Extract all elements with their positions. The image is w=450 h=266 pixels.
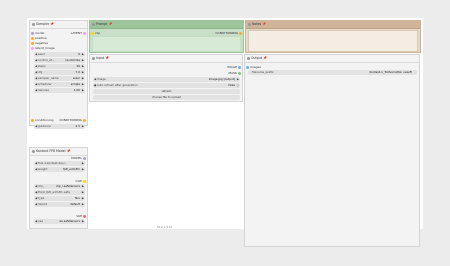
refresh-button[interactable]: refresh: [93, 89, 240, 94]
sampler-node[interactable]: Sampler📌 model LATENT positive negative …: [29, 20, 88, 129]
pin-icon: 📌: [105, 56, 110, 60]
negative-input-port[interactable]: [31, 42, 34, 45]
scheduler-widget[interactable]: ◀ scheduler simple ▶: [34, 82, 85, 87]
collapse-dot-icon[interactable]: [32, 150, 35, 153]
positive-input-port[interactable]: [31, 37, 34, 40]
pin-icon: 📌: [263, 56, 268, 60]
auto-refresh-toggle[interactable]: ● auto refresh after generation false ○: [93, 83, 240, 88]
pin-icon: 📌: [262, 22, 267, 26]
prompt-node[interactable]: Prompt📌 clip CONDITIONING: [89, 20, 244, 53]
input-header[interactable]: Input📌: [90, 55, 242, 63]
notes-node[interactable]: Notes📌: [245, 20, 421, 53]
seed-widget[interactable]: ◀ seed 0 ▶: [34, 52, 85, 57]
latent-image-input-label: latent_image: [35, 46, 55, 50]
conditioning-input-label: conditioning: [35, 118, 54, 122]
clip-device-widget[interactable]: ◀ device default ▶: [34, 202, 85, 207]
clip-output-port[interactable]: [83, 180, 86, 183]
guidance-widget[interactable]: ◀ guidance 2.5 ▶: [34, 124, 85, 129]
collapse-dot-icon[interactable]: [92, 57, 95, 60]
conditioning-output-label: CONDITIONING: [59, 118, 82, 122]
denoise-widget[interactable]: ◀ denoise 1.00 ▶: [34, 88, 85, 93]
kontext-model-node[interactable]: Kontext FP8 Model📌 MODEL ◀ flux-1-kontext…: [29, 147, 88, 229]
clip-input-port[interactable]: [91, 32, 94, 35]
mask-output-port[interactable]: [238, 72, 241, 75]
model-output-port[interactable]: [83, 157, 86, 160]
image-output-port[interactable]: [238, 66, 241, 69]
latent-output-label: LATENT: [70, 31, 82, 35]
clip-type-widget[interactable]: ◀ type flux ▶: [34, 196, 85, 201]
collapse-dot-icon[interactable]: [92, 23, 95, 26]
workflow-canvas[interactable]: Sampler📌 model LATENT positive negative …: [27, 18, 423, 247]
collapse-dot-icon[interactable]: [32, 23, 35, 26]
model-output-label: MODEL: [71, 156, 82, 160]
clip-name2-widget[interactable]: ◀ t5xxl_fp8_e4m3fn.safe ▶: [34, 190, 85, 195]
sampler-name-widget[interactable]: ◀ sampler_name euler ▶: [34, 76, 85, 81]
kontext-title: Kontext FP8 Model: [36, 149, 66, 153]
image-select-widget[interactable]: ◀ image image.jpg [output] ▶: [93, 77, 240, 82]
collapse-dot-icon[interactable]: [248, 23, 251, 26]
positive-input-label: positive: [35, 36, 47, 40]
mask-output-label: MASK: [228, 71, 237, 75]
image-output-label: IMAGE: [227, 65, 237, 69]
latent-image-input-port[interactable]: [31, 47, 34, 50]
clip-name1-widget[interactable]: ◀ clip_ clip_l.safetensors ▶: [34, 184, 85, 189]
prompt-text-area[interactable]: [92, 36, 241, 52]
filename-prefix-widget[interactable]: filename_prefix Kontext-1_ToilSomethin ne…: [248, 70, 417, 75]
vae-output-label: VAE: [76, 214, 82, 218]
model-input-label: model: [35, 31, 45, 35]
prompt-conditioning-output-port[interactable]: [239, 32, 242, 35]
conditioning-input-port[interactable]: [31, 119, 34, 122]
canvas-size-caption: 512 x 512: [157, 225, 173, 229]
input-node[interactable]: Input📌 IMAGE MASK ◀ image image.jpg [outpu…: [89, 54, 243, 102]
images-input-label: images: [250, 65, 261, 69]
conditioning-output-port[interactable]: [83, 119, 86, 122]
notes-title: Notes: [252, 22, 262, 26]
kontext-header[interactable]: Kontext FP8 Model📌: [30, 148, 87, 156]
output-title: Output: [251, 56, 263, 60]
vae-output-port[interactable]: [83, 215, 86, 218]
prompt-header[interactable]: Prompt📌: [90, 21, 243, 29]
input-title: Input: [96, 56, 105, 60]
pin-icon: 📌: [108, 22, 113, 26]
notes-text-area[interactable]: [248, 30, 418, 52]
clip-input-label: clip: [95, 31, 101, 35]
steps-widget[interactable]: ◀ steps 20 ▶: [34, 64, 85, 69]
negative-input-label: negative: [35, 41, 49, 45]
output-header[interactable]: Output📌: [245, 55, 419, 63]
choose-file-button[interactable]: choose file to upload: [93, 95, 240, 100]
images-input-port[interactable]: [246, 66, 249, 69]
clip-output-label: CLIP: [75, 179, 82, 183]
model-input-port[interactable]: [31, 32, 34, 35]
pin-icon: 📌: [50, 22, 55, 26]
latent-output-port[interactable]: [83, 32, 86, 35]
cfg-widget[interactable]: ◀ cfg 7.0 ▶: [34, 70, 85, 75]
output-node[interactable]: Output📌 images filename_prefix Kontext-1_…: [244, 54, 420, 247]
prompt-conditioning-output-label: CONDITIONING: [215, 31, 238, 35]
pin-icon: 📌: [66, 149, 71, 153]
vae-name-widget[interactable]: ◀ vae ae.safetensors ▶: [34, 219, 85, 224]
collapse-dot-icon[interactable]: [247, 57, 250, 60]
sampler-header[interactable]: Sampler📌: [30, 21, 87, 29]
notes-header[interactable]: Notes📌: [246, 21, 420, 29]
unet-name-widget[interactable]: ◀ flux-1-kontext-dev/... ▶: [34, 161, 85, 166]
weight-dtype-widget[interactable]: ◀ weight fp8_e4m3fn ▶: [34, 167, 85, 172]
sampler-title: Sampler: [36, 22, 50, 26]
control-after-generate-widget[interactable]: ◀ control_af... randomize ▶: [34, 58, 85, 63]
prompt-title: Prompt: [96, 22, 108, 26]
